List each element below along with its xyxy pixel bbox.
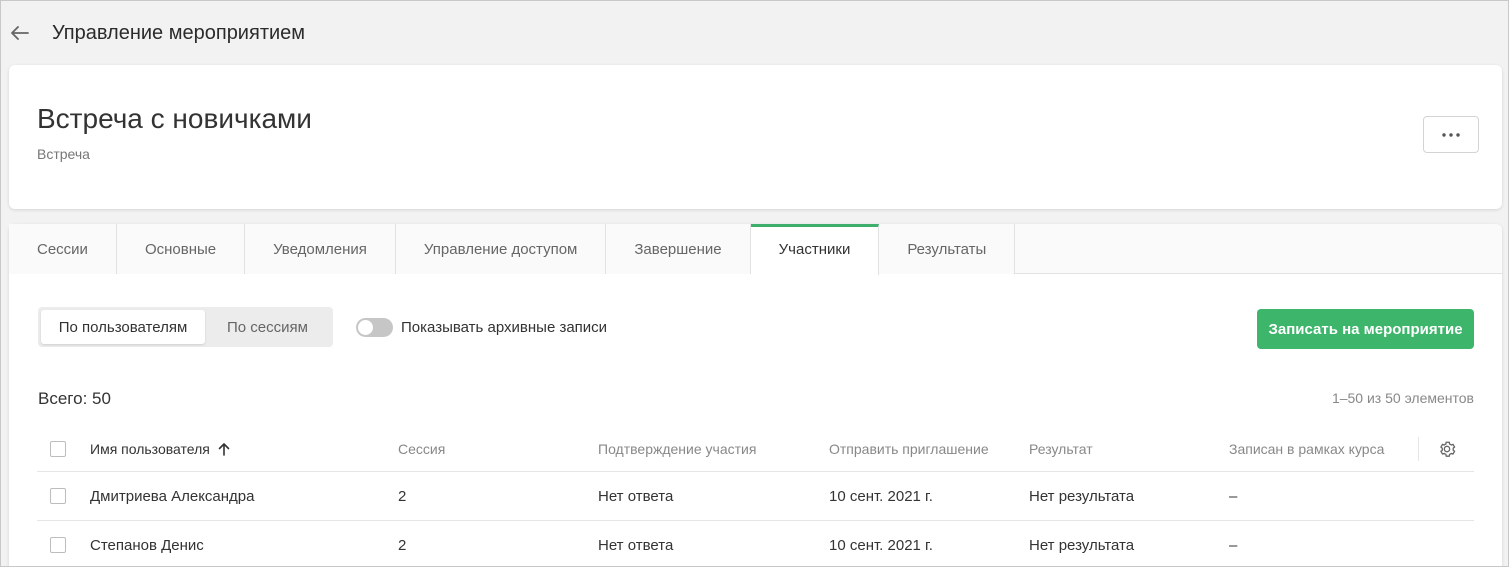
tab-results[interactable]: Результаты [879, 224, 1016, 274]
table-header-row: Имя пользователя Сессия Подтверждение уч… [37, 426, 1474, 472]
confirmation-status: Нет ответа [598, 536, 674, 554]
column-settings-cell [1418, 437, 1474, 461]
column-header-username[interactable]: Имя пользователя [90, 426, 230, 471]
pagination-info: 1–50 из 50 элементов [1331, 390, 1474, 406]
session-number: 2 [398, 487, 407, 505]
column-header-session[interactable]: Сессия [398, 426, 445, 471]
column-header-result[interactable]: Результат [1029, 426, 1093, 471]
tab-general[interactable]: Основные [116, 224, 246, 274]
session-number: 2 [398, 536, 407, 554]
toggle-knob [358, 320, 373, 335]
event-title: Встреча с новичками [37, 103, 312, 134]
total-count: Всего: 50 [38, 389, 111, 408]
row-select-cell [50, 521, 66, 566]
column-header-enrolled-via-course[interactable]: Записан в рамках курса [1229, 426, 1384, 471]
result-status: Нет результата [1029, 536, 1135, 554]
participants-table: Имя пользователя Сессия Подтверждение уч… [37, 426, 1474, 566]
user-name[interactable]: Дмитриева Александра [90, 472, 255, 520]
invite-date: 10 сент. 2021 г. [829, 536, 933, 554]
tab-notifications[interactable]: Уведомления [245, 224, 396, 274]
app-window: Управление мероприятием Встреча с новичк… [0, 0, 1509, 567]
enroll-button[interactable]: Записать на мероприятие [1257, 309, 1474, 349]
archive-toggle-label: Показывать архивные записи [401, 319, 608, 336]
tab-completion[interactable]: Завершение [606, 224, 751, 274]
enrolled-via-course: – [1229, 487, 1238, 505]
enrolled-via-course: – [1229, 536, 1238, 554]
row-checkbox[interactable] [50, 537, 66, 553]
view-by-users-button[interactable]: По пользователям [41, 310, 205, 344]
table-row[interactable]: Степанов Денис 2 Нет ответа 10 сент. 202… [37, 521, 1474, 566]
tab-bar: Сессии Основные Уведомления Управление д… [9, 224, 1502, 275]
tab-participants[interactable]: Участники [750, 224, 880, 275]
participants-panel: Сессии Основные Уведомления Управление д… [9, 224, 1502, 566]
invite-date: 10 сент. 2021 г. [829, 487, 933, 505]
view-switch: По пользователям По сессиям [38, 307, 333, 347]
result-status: Нет результата [1029, 487, 1135, 505]
gear-icon[interactable] [1437, 439, 1457, 459]
column-header-send-invite[interactable]: Отправить приглашение [829, 426, 989, 471]
more-dots-icon [1442, 132, 1460, 137]
user-name[interactable]: Степанов Денис [90, 521, 204, 566]
event-type: Встреча [37, 146, 90, 162]
more-options-button[interactable] [1423, 116, 1479, 153]
confirmation-status: Нет ответа [598, 487, 674, 505]
table-row[interactable]: Дмитриева Александра 2 Нет ответа 10 сен… [37, 472, 1474, 521]
back-arrow-icon[interactable] [9, 21, 31, 45]
event-header-card: Встреча с новичками Встреча [9, 65, 1502, 209]
select-all-checkbox[interactable] [50, 440, 66, 457]
row-select-cell [50, 472, 66, 520]
row-checkbox[interactable] [50, 488, 66, 504]
column-header-confirmation[interactable]: Подтверждение участия [598, 426, 756, 471]
tab-sessions[interactable]: Сессии [9, 224, 117, 274]
top-bar: Управление мероприятием [1, 1, 1508, 65]
view-by-sessions-button[interactable]: По сессиям [205, 310, 330, 344]
sort-ascending-icon[interactable] [218, 442, 230, 456]
archive-toggle[interactable] [356, 318, 393, 337]
page-title: Управление мероприятием [52, 22, 306, 44]
tab-access-management[interactable]: Управление доступом [395, 224, 607, 274]
select-all-cell [50, 426, 66, 471]
column-header-label: Имя пользователя [90, 440, 210, 457]
